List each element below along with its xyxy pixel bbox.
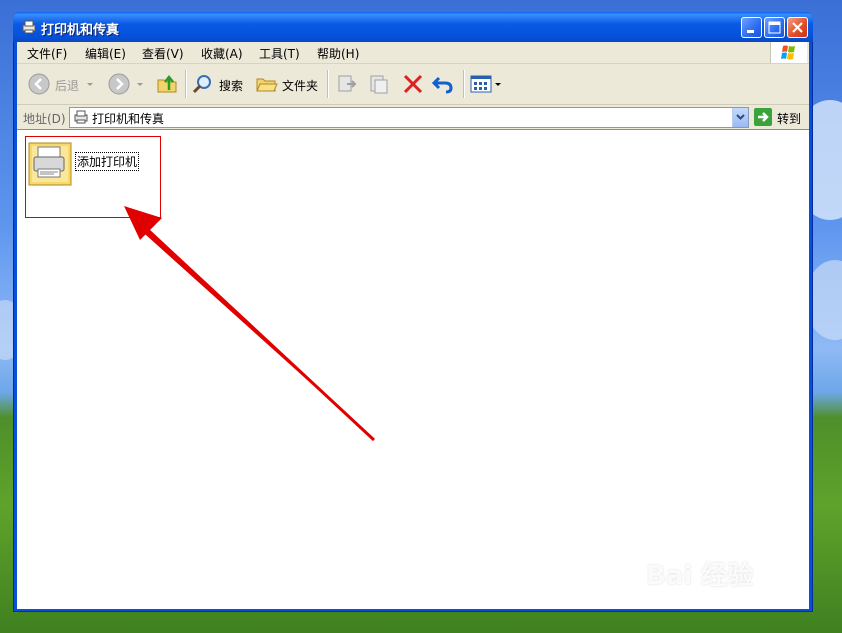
add-printer-icon xyxy=(28,142,72,186)
menu-file[interactable]: 文件(F) xyxy=(27,45,67,62)
forward-dropdown-icon[interactable] xyxy=(135,72,145,96)
menu-help[interactable]: 帮助(H) xyxy=(317,45,359,62)
folders-button-label[interactable]: 文件夹 xyxy=(282,77,318,94)
go-button-label[interactable]: 转到 xyxy=(777,110,801,127)
go-button[interactable] xyxy=(754,108,772,126)
standard-toolbar: 后退 搜索 文件夹 xyxy=(17,64,809,105)
search-icon[interactable] xyxy=(191,72,215,96)
window-client: 文件(F) 编辑(E) 查看(V) 收藏(A) 工具(T) 帮助(H) 后退 搜… xyxy=(17,42,809,609)
toolbar-separator xyxy=(185,70,186,98)
windows-logo xyxy=(770,42,807,63)
delete-icon[interactable] xyxy=(401,72,425,96)
windows-flag-icon xyxy=(781,45,795,60)
close-icon xyxy=(792,22,803,33)
move-to-icon[interactable] xyxy=(335,72,359,96)
toolbar-separator xyxy=(327,70,328,98)
explorer-window: 打印机和传真 文件(F) 编辑(E) 查看(V) 收藏(A) 工具(T) 帮助(… xyxy=(13,12,813,612)
copy-to-icon[interactable] xyxy=(367,72,391,96)
chevron-down-icon xyxy=(736,114,745,120)
views-icon[interactable] xyxy=(469,72,503,96)
window-title: 打印机和传真 xyxy=(41,23,120,38)
folders-icon[interactable] xyxy=(255,72,279,96)
address-dropdown-button[interactable] xyxy=(732,108,748,127)
toolbar-separator xyxy=(463,70,464,98)
printer-folder-icon xyxy=(22,20,36,34)
address-label: 地址(D) xyxy=(23,112,66,126)
back-icon[interactable] xyxy=(27,72,51,96)
add-printer-label[interactable]: 添加打印机 xyxy=(74,152,140,171)
undo-icon[interactable] xyxy=(431,72,455,96)
address-bar: 地址(D) 打印机和传真 转到 xyxy=(17,105,809,129)
minimize-icon xyxy=(747,30,754,33)
address-value: 打印机和传真 xyxy=(92,112,165,126)
back-dropdown-icon[interactable] xyxy=(85,72,95,96)
menu-bar: 文件(F) 编辑(E) 查看(V) 收藏(A) 工具(T) 帮助(H) xyxy=(17,42,809,64)
add-printer-item[interactable]: 添加打印机 xyxy=(25,136,161,218)
up-folder-icon[interactable] xyxy=(155,72,179,96)
watermark-url: jingyan.baidu.com xyxy=(648,594,759,608)
back-button-label[interactable]: 后退 xyxy=(55,77,79,94)
forward-icon[interactable] xyxy=(107,72,131,96)
maximize-button[interactable] xyxy=(764,17,785,38)
printer-folder-icon xyxy=(74,110,88,124)
file-list-pane[interactable]: 添加打印机 xyxy=(17,129,809,609)
maximize-icon xyxy=(768,21,781,34)
menu-view[interactable]: 查看(V) xyxy=(142,45,184,62)
watermark-brand: Bai 经验 xyxy=(646,561,754,591)
title-bar[interactable]: 打印机和传真 xyxy=(13,12,813,42)
menu-tools[interactable]: 工具(T) xyxy=(259,45,300,62)
go-arrow-icon xyxy=(758,112,769,122)
close-button[interactable] xyxy=(787,17,808,38)
menu-favorites[interactable]: 收藏(A) xyxy=(201,45,243,62)
address-input[interactable]: 打印机和传真 xyxy=(69,107,749,128)
minimize-button[interactable] xyxy=(741,17,762,38)
search-button-label[interactable]: 搜索 xyxy=(219,77,243,94)
menu-edit[interactable]: 编辑(E) xyxy=(85,45,126,62)
